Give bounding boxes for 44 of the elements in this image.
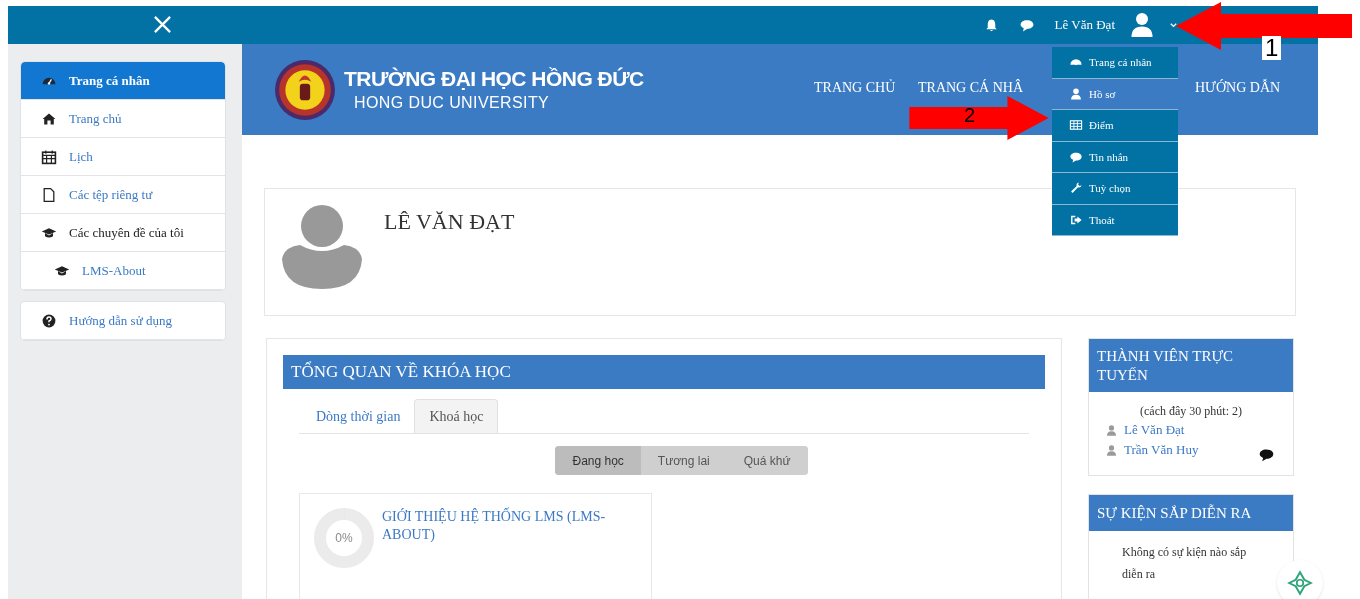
annotation-number: 2 <box>964 104 976 126</box>
sidebar-item[interactable]: LMS-About <box>21 252 225 290</box>
sidebar-item[interactable]: Các tệp riêng tư <box>21 176 225 214</box>
sidebar-item[interactable]: Trang cá nhân <box>21 62 225 100</box>
table-icon <box>1069 118 1083 133</box>
block-header: SỰ KIỆN SẮP DIỄN RA <box>1089 495 1293 531</box>
block-header: THÀNH VIÊN TRỰC TUYẾN <box>1089 339 1293 392</box>
online-user-link[interactable]: Lê Văn Đạt <box>1124 420 1185 440</box>
university-logo <box>274 58 336 121</box>
university-subtitle: HONG DUC UNIVERSITY <box>353 92 551 113</box>
course-title[interactable]: GIỚI THIỆU HỆ THỐNG LMS (LMS-ABOUT) <box>382 508 612 588</box>
calendar-icon <box>41 148 57 165</box>
annotation-number: 1 <box>1262 36 1282 60</box>
nav-link[interactable]: TRANG CHỦ <box>814 77 896 98</box>
online-user-link[interactable]: Trần Văn Huy <box>1124 440 1199 460</box>
wrench-icon <box>1069 181 1083 196</box>
tab[interactable]: Dòng thời gian <box>302 399 415 433</box>
nav-link[interactable]: TRANG CÁ NHÂ <box>918 77 1023 98</box>
user-name[interactable]: Lê Văn Đạt <box>1054 15 1115 35</box>
user-icon <box>1105 443 1118 457</box>
menu-item[interactable]: Hồ sơ <box>1052 78 1178 110</box>
sidebar-item[interactable]: Các chuyên đề của tôi <box>21 214 225 252</box>
flower-icon <box>1287 570 1313 596</box>
sidebar-item[interactable]: Trang chủ <box>21 100 225 138</box>
online-note: (cách đây 30 phút: 2) <box>1139 403 1243 420</box>
tab[interactable]: Khoá học <box>414 399 499 433</box>
university-name: TRƯỜNG ĐẠI HỌC HỒNG ĐỨC <box>344 65 644 92</box>
avatar-silhouette-icon <box>282 205 362 289</box>
block-header: TỔNG QUAN VỀ KHÓA HỌC <box>283 355 1045 389</box>
user-icon <box>1069 86 1083 101</box>
progress-percent: 0% <box>334 530 354 547</box>
filter-button[interactable]: Đang học <box>555 446 641 475</box>
profile-name: LÊ VĂN ĐẠT <box>384 208 515 236</box>
sidebar-item[interactable]: Hướng dẫn sử dụng <box>21 302 225 340</box>
message-icon <box>1018 17 1035 33</box>
user-icon <box>1105 423 1118 437</box>
events-message: Không có sự kiện nào sắp diễn ra <box>1121 544 1248 583</box>
assistant-widget[interactable] <box>1277 560 1323 599</box>
file-icon <box>41 186 57 203</box>
caret-icon[interactable] <box>1169 20 1178 30</box>
sidebar-item[interactable]: Lịch <box>21 138 225 176</box>
nav-link[interactable]: HƯỚNG DẪN <box>1195 77 1281 98</box>
close-icon[interactable] <box>153 15 172 34</box>
help-icon <box>41 312 57 329</box>
